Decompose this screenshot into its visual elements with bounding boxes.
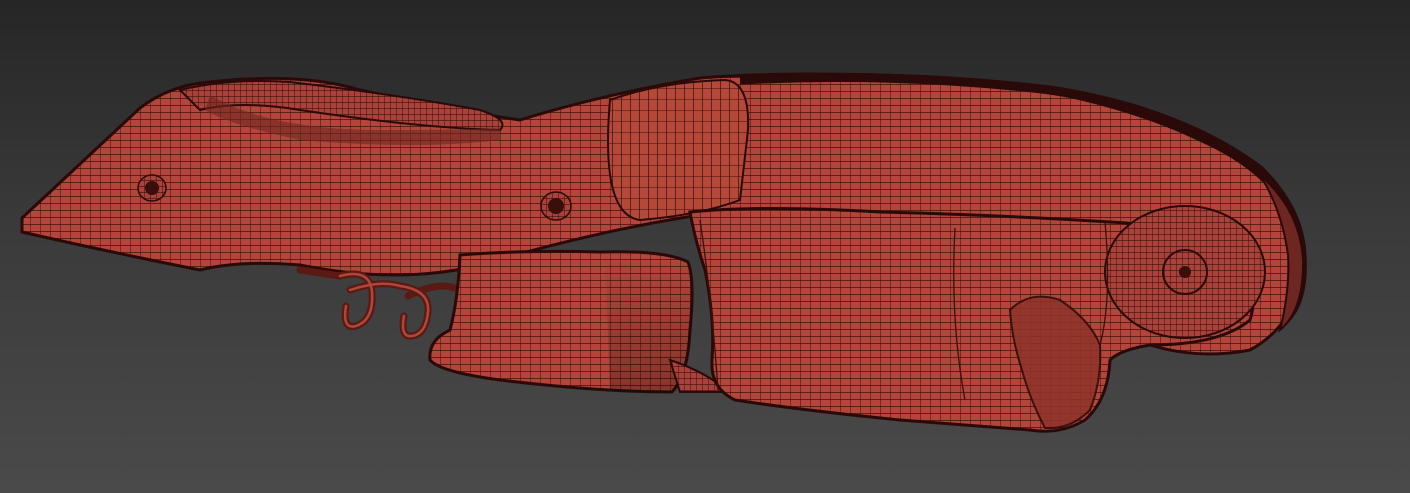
mid-fold-block <box>607 78 750 222</box>
3d-viewport[interactable] <box>0 0 1410 493</box>
corkscrew-worm-highlight <box>338 272 430 338</box>
rivet-front <box>137 174 167 202</box>
corkscrew-model[interactable] <box>0 0 1410 493</box>
rivet-middle <box>540 191 572 221</box>
corkscrew-worm <box>296 266 464 340</box>
hinge-disc <box>1104 205 1266 339</box>
